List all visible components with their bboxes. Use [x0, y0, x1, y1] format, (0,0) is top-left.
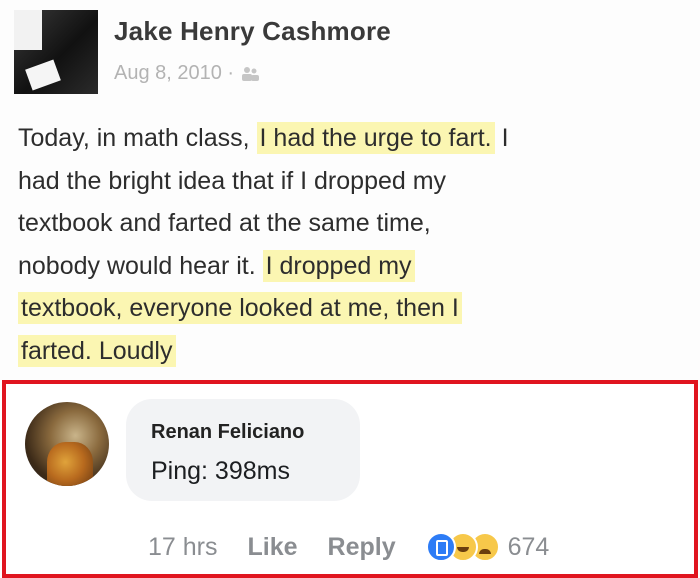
facebook-post: Jake Henry Cashmore Aug 8, 2010 · Today,… [0, 0, 700, 380]
highlighted-text: farted. Loudly [18, 334, 176, 367]
post-text-segment: nobody would hear it. [18, 251, 263, 280]
post-line: farted. Loudly [18, 330, 678, 373]
comment-bubble: Renan Feliciano Ping: 398ms [126, 399, 360, 501]
post-text-segment: I [494, 124, 509, 152]
friends-icon [242, 66, 260, 81]
post-line: had the bright idea that if I dropped my [18, 166, 447, 195]
highlighted-text: textbook, everyone looked at me, then I [18, 292, 462, 324]
post-text-segment: Today, in math class, [18, 124, 257, 152]
like-button[interactable]: Like [247, 533, 297, 562]
comment-actions: 17 hrs Like Reply 674 [148, 532, 549, 562]
post-line: nobody would hear it. I dropped my [18, 245, 678, 288]
comment-time[interactable]: 17 hrs [148, 533, 217, 562]
commenter-name[interactable]: Renan Feliciano [151, 421, 304, 444]
highlighted-text: I had the urge to fart. [256, 122, 495, 154]
post-line: textbook and farted at the same time, [18, 209, 431, 237]
reactions-summary[interactable]: 674 [425, 532, 550, 562]
post-author-avatar[interactable] [14, 10, 98, 94]
highlighted-comment: Renan Feliciano Ping: 398ms 17 hrs Like … [2, 380, 698, 578]
post-body: Today, in math class, I had the urge to … [18, 117, 678, 372]
reply-button[interactable]: Reply [328, 533, 396, 562]
highlighted-text: I dropped my [262, 249, 415, 282]
commenter-avatar[interactable] [25, 402, 109, 486]
like-reaction-icon [425, 532, 456, 562]
reaction-count: 674 [507, 532, 550, 561]
post-date[interactable]: Aug 8, 2010 · [114, 62, 234, 85]
post-author-name[interactable]: Jake Henry Cashmore [114, 16, 391, 47]
post-meta: Aug 8, 2010 · [114, 62, 260, 85]
post-line: textbook, everyone looked at me, then I [18, 287, 678, 330]
comment-text: Ping: 398ms [151, 457, 290, 485]
post-line: Today, in math class, I had the urge to … [18, 117, 678, 160]
